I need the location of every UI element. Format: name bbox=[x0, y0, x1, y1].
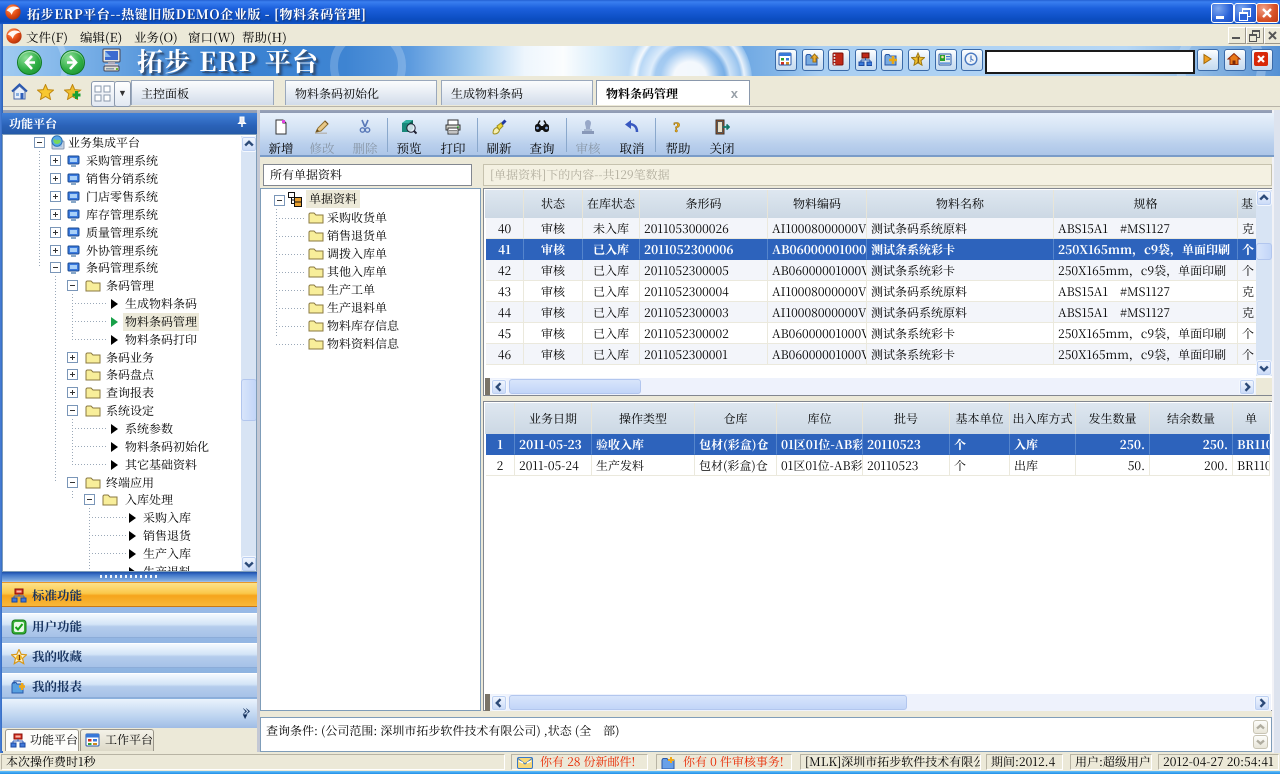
svg-text:1: 1 bbox=[916, 55, 920, 66]
svg-text:?: ? bbox=[673, 120, 681, 135]
svg-text:1: 1 bbox=[969, 55, 972, 65]
